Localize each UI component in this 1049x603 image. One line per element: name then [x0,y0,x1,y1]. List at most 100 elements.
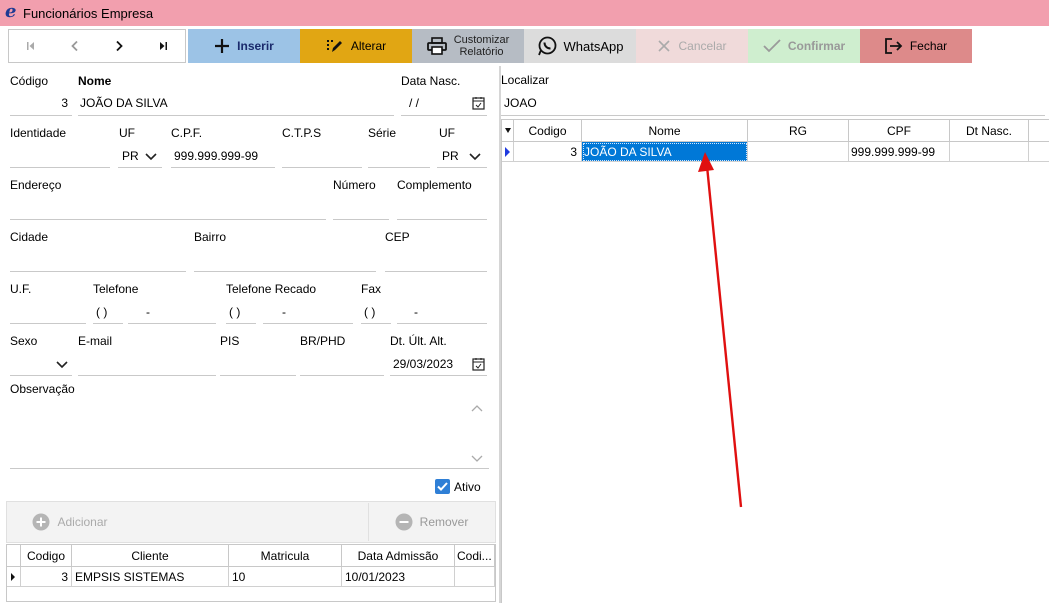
col-codi[interactable]: Codi... [455,545,495,567]
uf-label: UF [119,126,135,140]
col-dt-nasc[interactable]: Dt Nasc. [950,120,1029,142]
remover-button[interactable]: Remover [368,503,494,541]
inserir-button[interactable]: Inserir [188,29,300,63]
table-row-rg[interactable] [748,142,849,162]
whatsapp-icon [537,36,556,56]
col-rg[interactable]: RG [748,120,849,142]
data-nasc-field[interactable]: / / [409,96,419,110]
row-pointer-icon [505,147,510,157]
fax-ddd[interactable]: ( ) [364,305,375,319]
nome-field[interactable]: JOÃO DA SILVA [80,96,168,110]
cep-label: CEP [385,230,410,244]
chevron-down-icon[interactable] [56,358,68,370]
remover-label: Remover [419,515,469,529]
uf-underline [118,167,162,168]
calendar-icon[interactable] [472,96,485,110]
col-matricula[interactable]: Matricula [229,545,342,567]
grid-menu-header[interactable] [502,120,514,142]
col-cliente[interactable]: Cliente [72,545,229,567]
chevron-down-icon[interactable] [145,150,157,162]
cpf-field[interactable]: 999.999.999-99 [174,149,258,163]
first-record-button[interactable] [9,30,53,62]
cpf-underline [171,167,275,168]
window-title: Funcionários Empresa [23,6,154,21]
ativo-checkbox[interactable] [435,479,450,494]
table-row-codigo[interactable]: 3 [21,567,72,587]
table-row-data-admissao[interactable]: 10/01/2023 [342,567,455,587]
table-row-codigo[interactable]: 3 [514,142,582,162]
whatsapp-button[interactable]: WhatsApp [524,29,636,63]
endereco-field [10,219,326,220]
fax-label: Fax [361,282,382,296]
employee-form: Código 3 Nome JOÃO DA SILVA Data Nasc. /… [0,66,499,603]
uf2-label: UF [439,126,455,140]
bairro-label: Bairro [194,230,227,244]
annotation-arrow-icon [698,152,743,508]
scroll-down-icon[interactable] [471,453,483,463]
adicionar-button[interactable]: Adicionar [8,503,132,541]
row-indicator [502,142,514,162]
relatorio-label: Relatório [459,46,504,58]
complemento-field [397,219,487,220]
codigo-field[interactable]: 3 [10,96,68,110]
telefone-number[interactable]: - [146,305,150,319]
recado-number[interactable]: - [282,305,286,319]
table-row-codi[interactable] [455,567,495,587]
col-codigo[interactable]: Codigo [21,545,72,567]
fax-number[interactable]: - [414,305,418,319]
x-icon [658,40,671,52]
telefone-ddd-underline [93,323,123,324]
customizar-relatorio-button[interactable]: Customizar Relatório [412,29,524,63]
localizar-input[interactable]: JOAO [504,96,537,110]
uf2-select[interactable]: PR [442,149,459,163]
identidade-label: Identidade [10,126,67,140]
next-record-button[interactable] [97,30,141,62]
fechar-label: Fechar [909,39,948,53]
confirmar-button[interactable]: Confirmar [748,29,860,63]
col-cpf[interactable]: CPF [849,120,950,142]
data-nasc-label: Data Nasc. [401,74,461,88]
add-circle-icon [32,513,50,531]
col-data-admissao[interactable]: Data Admissão [342,545,455,567]
cpf-label: C.P.F. [171,126,203,140]
telefone-underline [128,323,216,324]
table-row-cliente[interactable]: EMPSIS SISTEMAS [72,567,229,587]
observacao-textarea[interactable] [10,398,489,468]
results-grid: Codigo Nome RG CPF Dt Nasc. 3 JOÃO DA SI… [501,119,1049,603]
dropdown-triangle-icon [504,128,511,133]
uf-select[interactable]: PR [122,149,139,163]
recado-underline [263,323,353,324]
exit-icon [884,38,903,54]
sexo-label: Sexo [10,334,38,348]
numero-field [333,219,389,220]
table-row-dt-nasc[interactable] [950,142,1029,162]
prior-record-button[interactable] [53,30,97,62]
telefone-ddd[interactable]: ( ) [96,305,107,319]
uf2-underline [437,167,487,168]
localizar-underline [501,115,1045,116]
col-nome[interactable]: Nome [582,120,748,142]
recado-ddd-underline [226,323,256,324]
table-row-cpf[interactable]: 999.999.999-99 [849,142,950,162]
client-grid: Codigo Cliente Matricula Data Admissão C… [6,544,496,602]
dt-ult-alt-field[interactable]: 29/03/2023 [393,357,453,371]
codigo-underline [10,115,72,116]
alterar-label: Alterar [350,39,387,53]
chevron-down-icon[interactable] [469,150,481,162]
ctps-field [282,167,362,168]
uf3-field [10,323,86,324]
fax-underline [397,323,487,324]
alterar-button[interactable]: Alterar [300,29,412,63]
dt-ult-alt-underline [390,375,487,376]
cancelar-button[interactable]: Cancelar [636,29,748,63]
col-codigo[interactable]: Codigo [514,120,582,142]
remove-circle-icon [395,513,413,531]
calendar-icon[interactable] [472,357,485,371]
row-pointer-icon [11,573,15,581]
fechar-button[interactable]: Fechar [860,29,972,63]
scroll-up-icon[interactable] [471,404,483,414]
nome-underline [78,115,394,116]
table-row-matricula[interactable]: 10 [229,567,342,587]
last-record-button[interactable] [141,30,185,62]
recado-ddd[interactable]: ( ) [229,305,240,319]
